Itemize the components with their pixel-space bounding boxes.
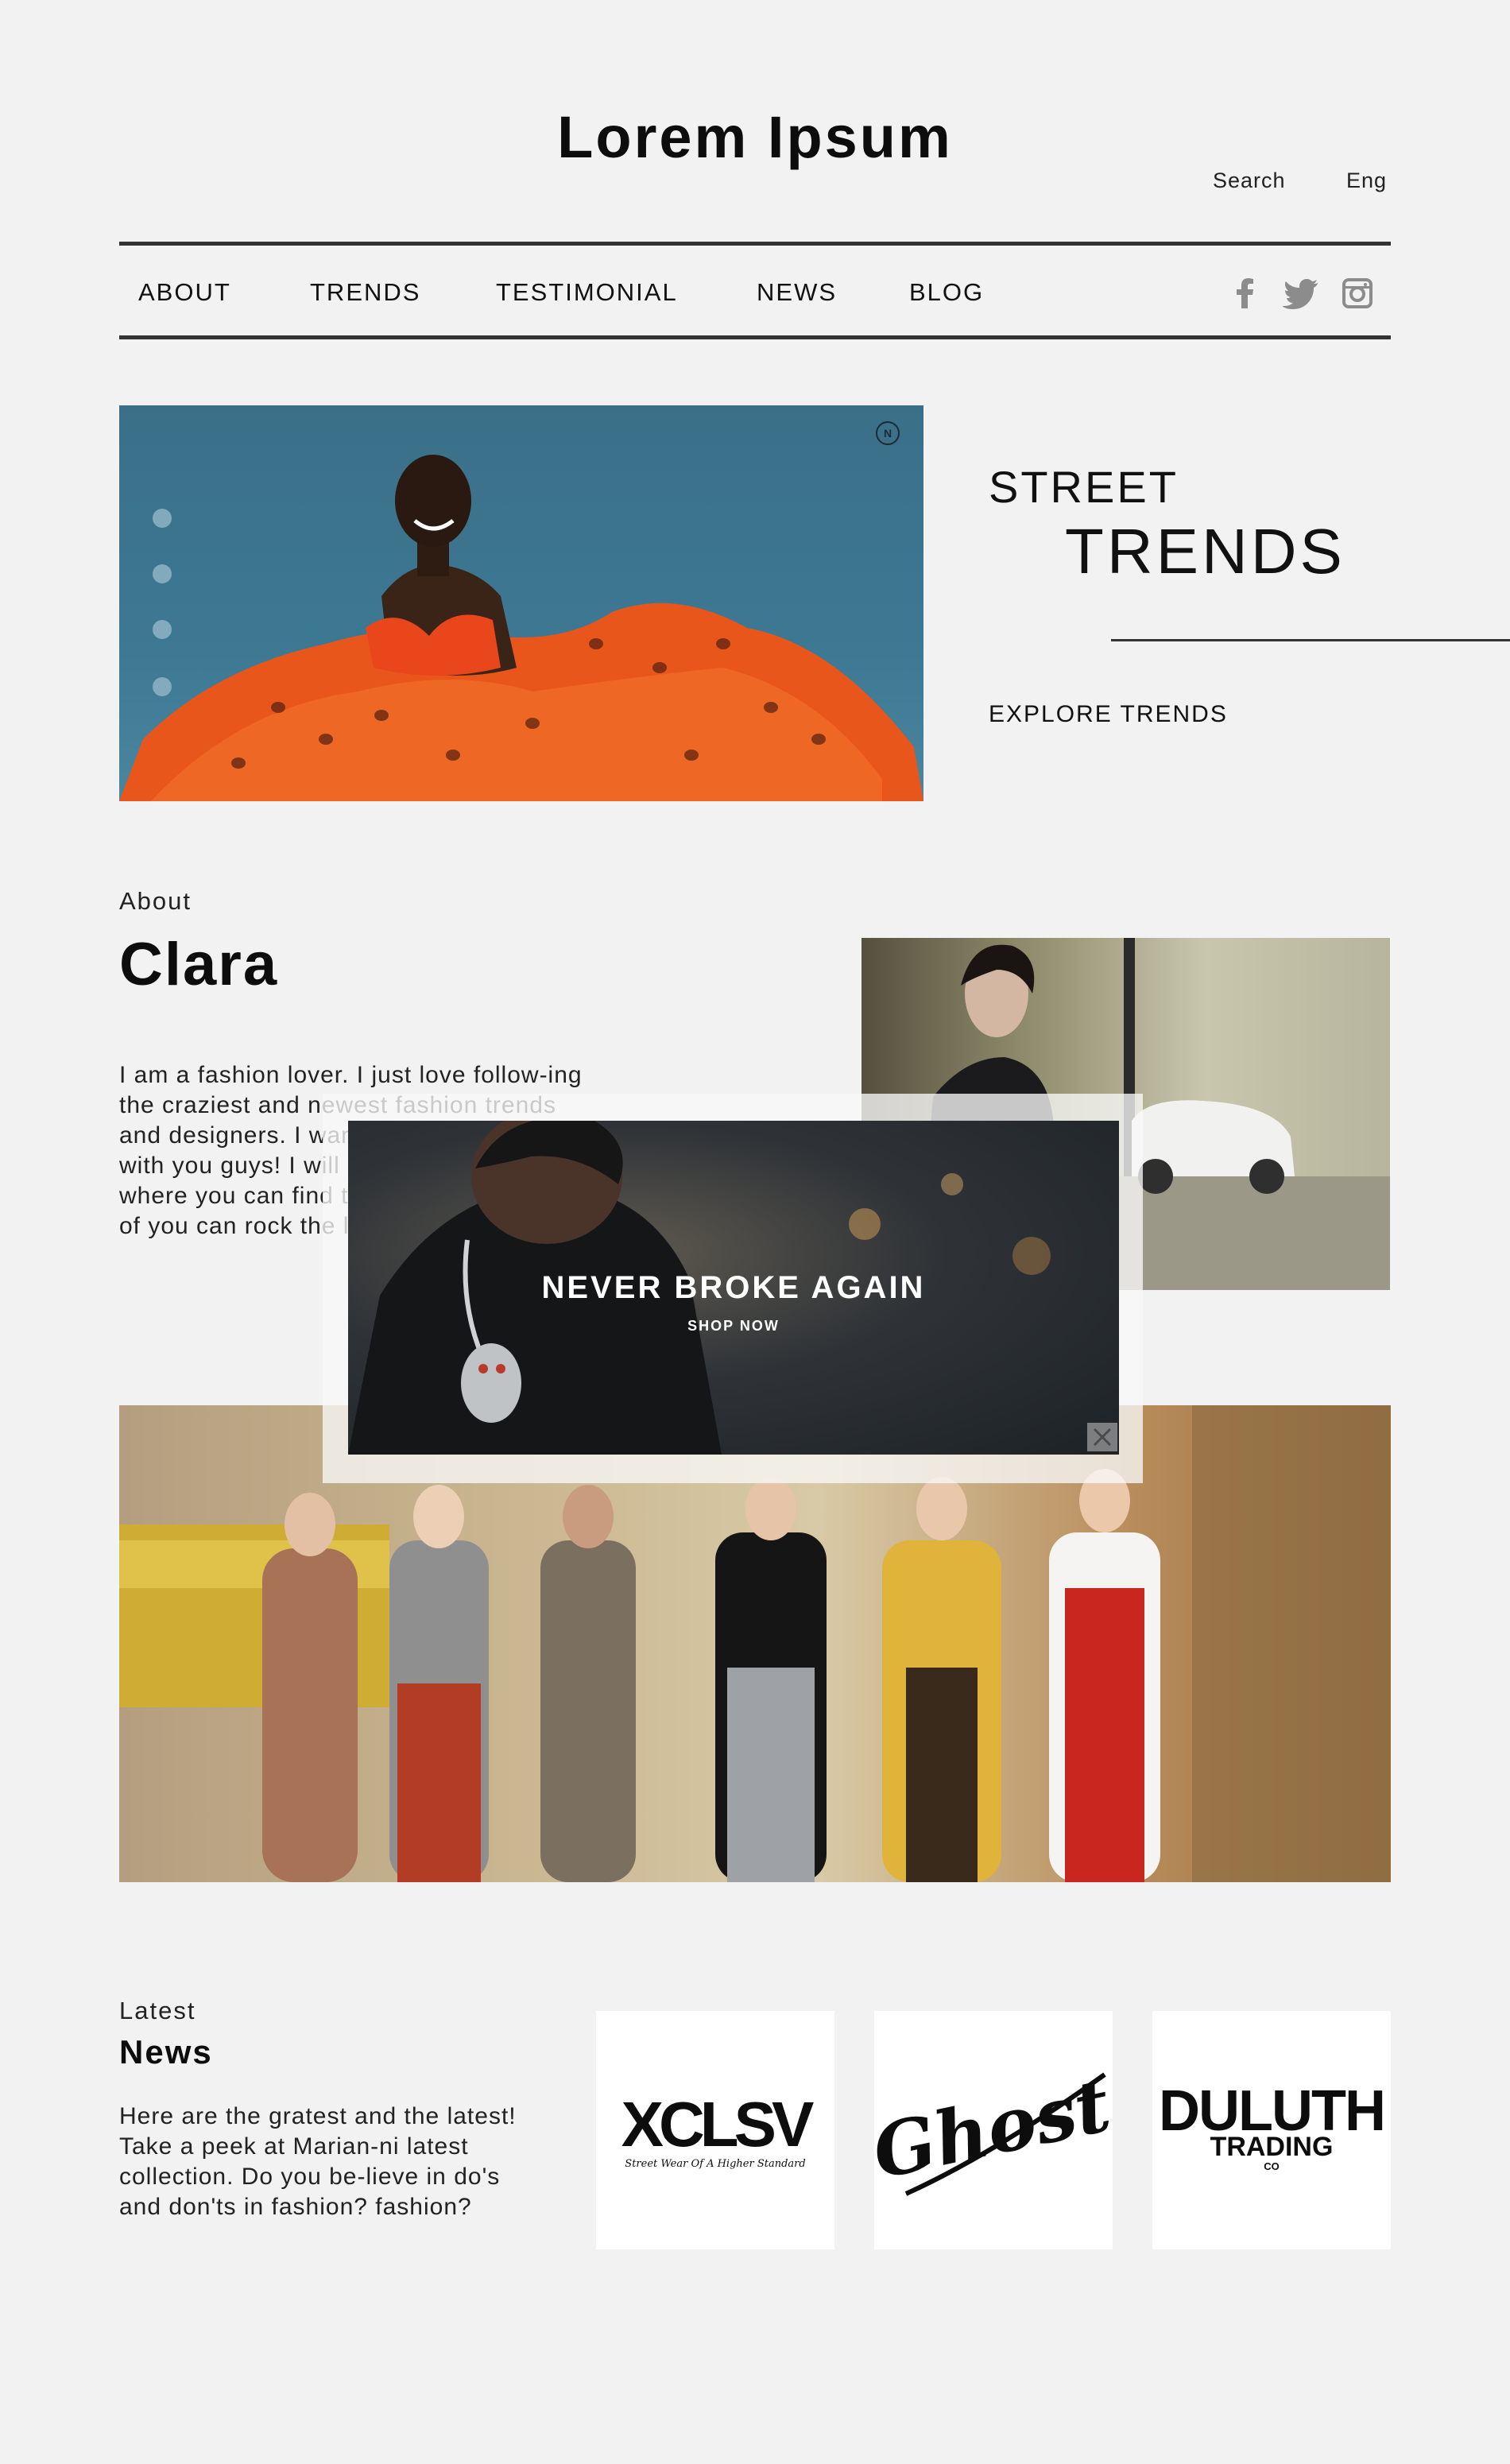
xclsv-logo-tagline: Street Wear Of A Higher Standard <box>625 2158 805 2170</box>
nav-item-testimonial[interactable]: TESTIMONIAL <box>496 278 678 307</box>
nav-item-blog[interactable]: BLOG <box>909 278 984 307</box>
ghost-logo-text: Ghost <box>874 2062 1113 2195</box>
facebook-icon[interactable] <box>1230 277 1262 310</box>
search-link[interactable]: Search <box>1213 169 1286 193</box>
nav-top-rule <box>119 242 1391 246</box>
ghost-logo: Ghost <box>865 2062 1117 2196</box>
brand-card-duluth[interactable]: DULUTH TRADING CO <box>1152 2011 1391 2249</box>
slide-dot-2[interactable] <box>153 564 172 583</box>
nav-item-news[interactable]: NEWS <box>757 278 837 307</box>
popup-ad[interactable]: NEVER BROKE AGAIN SHOP NOW <box>348 1121 1119 1455</box>
news-title: News <box>119 2033 213 2071</box>
nav-bottom-rule <box>119 335 1391 339</box>
hero-divider <box>1111 639 1510 641</box>
popup-close-button[interactable] <box>1087 1423 1117 1451</box>
hero-badge: N <box>876 421 900 445</box>
instagram-icon[interactable] <box>1342 277 1373 310</box>
hero-title-street: STREET <box>989 462 1179 512</box>
explore-trends-link[interactable]: EXPLORE TRENDS <box>989 701 1228 728</box>
ad-headline: NEVER BROKE AGAIN <box>541 1270 926 1305</box>
close-icon <box>1093 1428 1112 1447</box>
duluth-logo-trading: TRADING <box>1210 2132 1334 2162</box>
slide-dot-4[interactable] <box>153 677 172 696</box>
twitter-icon[interactable] <box>1282 277 1319 310</box>
about-kicker: About <box>119 887 192 915</box>
slide-dot-3[interactable] <box>153 620 172 639</box>
news-kicker: Latest <box>119 1997 196 2024</box>
nav-item-about[interactable]: ABOUT <box>138 278 231 307</box>
xclsv-logo-text: XCLSV <box>621 2089 814 2160</box>
duluth-logo-co: CO <box>1264 2160 1280 2172</box>
slide-dot-1[interactable] <box>153 509 172 528</box>
brand-card-ghost[interactable]: Ghost <box>865 2011 1117 2249</box>
hero-title-trends: TRENDS <box>1065 516 1345 587</box>
site-title: Lorem Ipsum <box>557 104 953 170</box>
brand-card-xclsv[interactable]: XCLSV Street Wear Of A Higher Standard <box>596 2011 834 2249</box>
about-name: Clara <box>119 931 279 998</box>
duluth-trading-logo: DULUTH TRADING CO <box>1159 2079 1386 2172</box>
hero-image[interactable]: N <box>119 405 923 801</box>
hero-model-illustration <box>119 455 923 801</box>
xclsv-logo: XCLSV Street Wear Of A Higher Standard <box>621 2089 819 2170</box>
nav-item-trends[interactable]: TRENDS <box>310 278 420 307</box>
language-selector[interactable]: Eng <box>1346 169 1387 193</box>
shop-now-button[interactable]: SHOP NOW <box>348 1318 1119 1335</box>
news-body: Here are the gratest and the latest! Tak… <box>119 2103 517 2220</box>
